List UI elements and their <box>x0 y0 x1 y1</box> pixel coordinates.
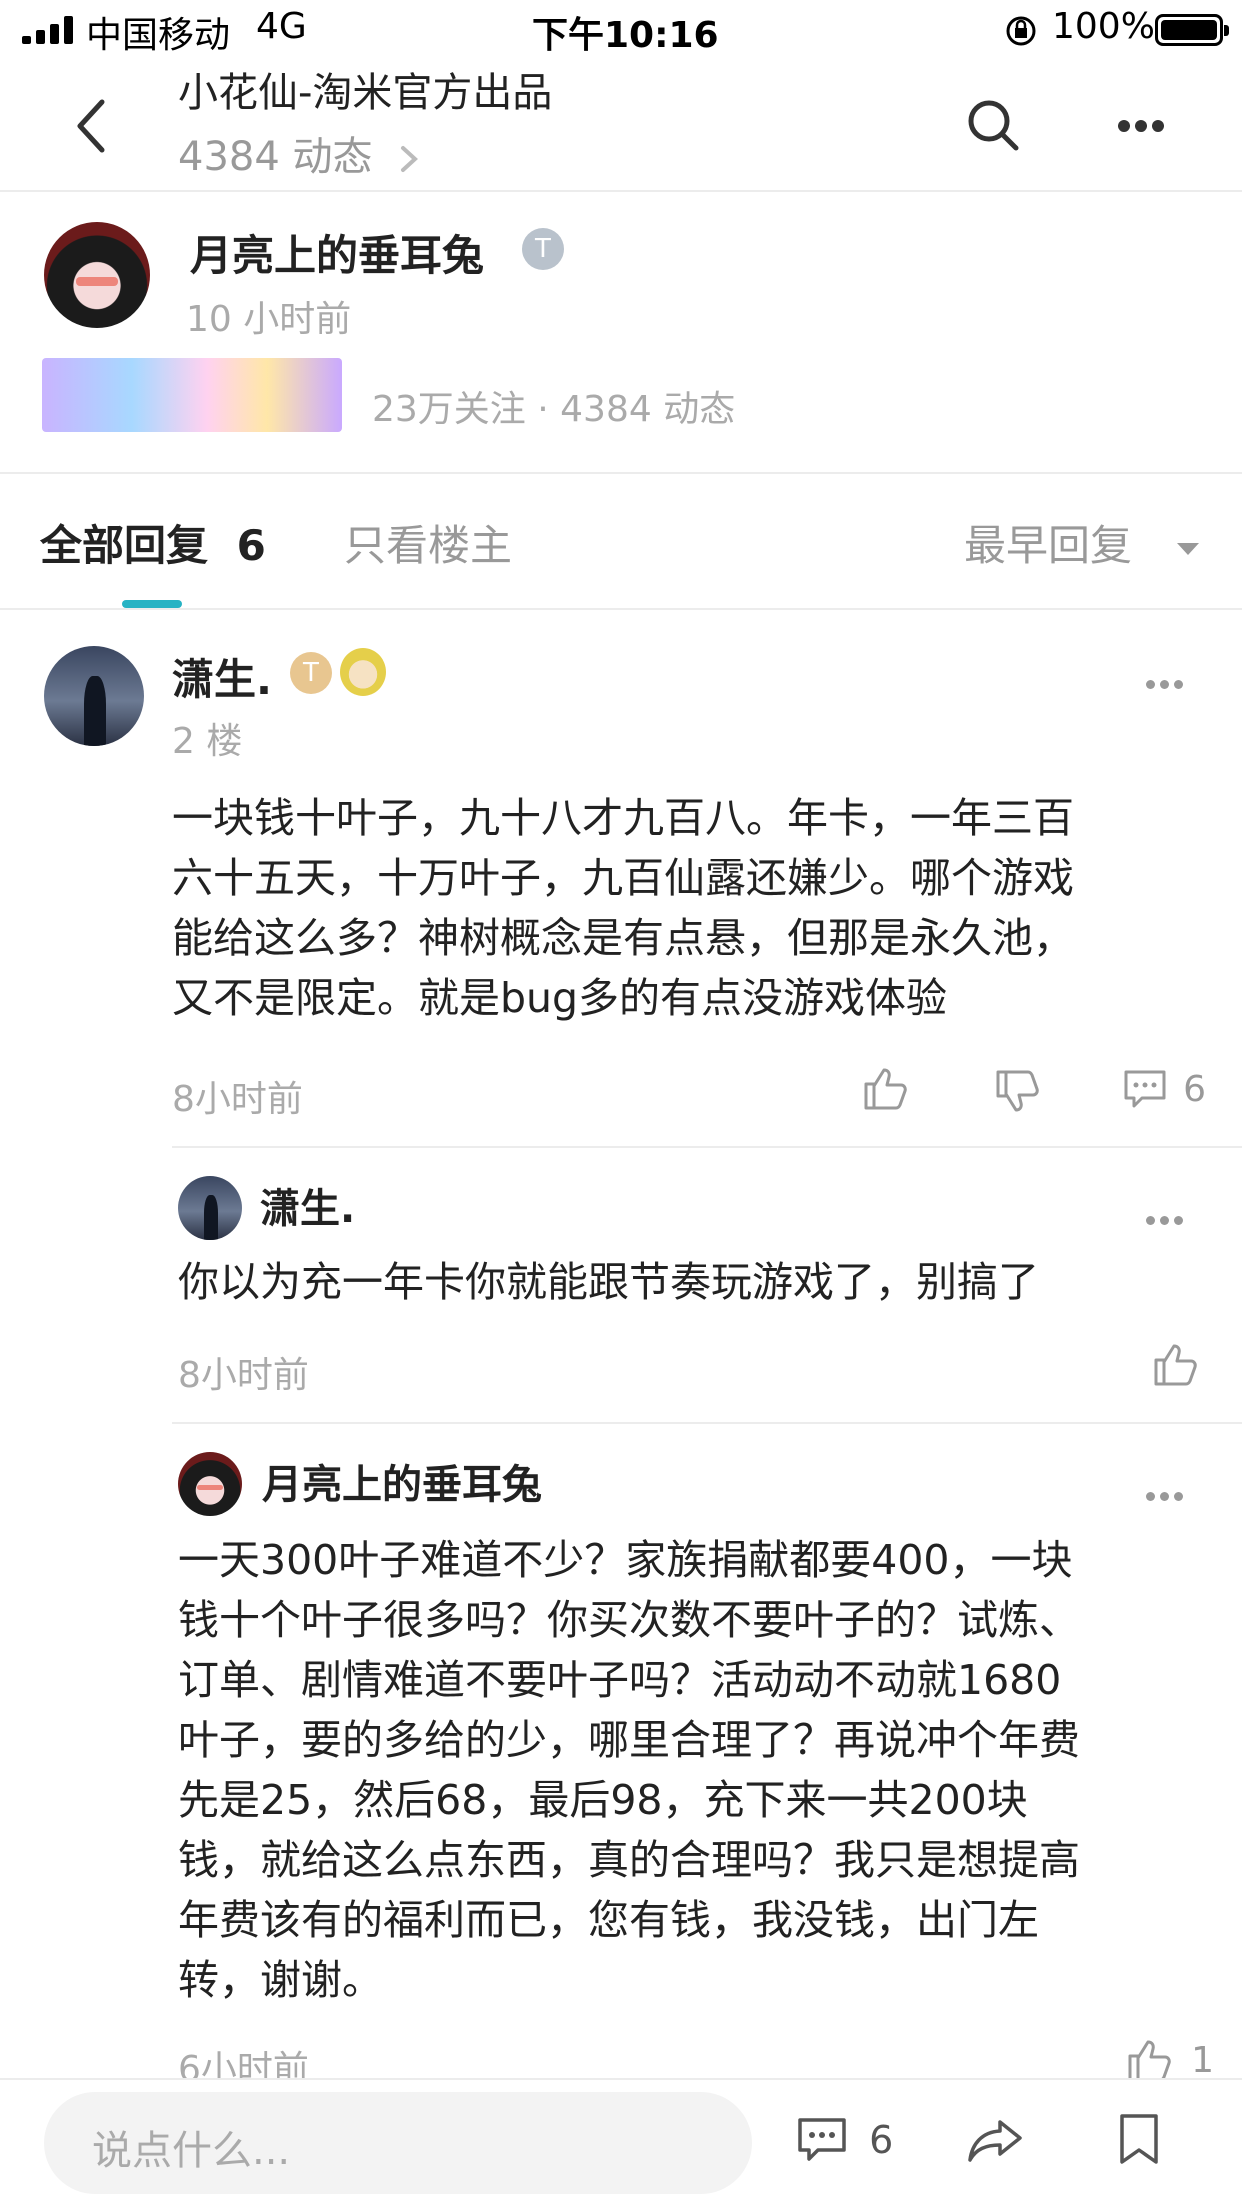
subreply-author[interactable]: 潇生. <box>260 1176 355 1234</box>
battery-percent: 100% <box>1052 6 1155 47</box>
floor-number: 2 楼 <box>172 721 243 762</box>
subreply-divider <box>172 1146 1242 1148</box>
reply-more-button[interactable] <box>1146 680 1190 690</box>
subreply-avatar[interactable] <box>178 1176 242 1240</box>
reply-line: 又不是限定。就是bug多的有点没游戏体验 <box>172 974 948 1022</box>
like-icon[interactable] <box>862 1064 908 1112</box>
subtitle-label: 4384 动态 <box>178 134 373 180</box>
clock: 下午10:16 <box>532 15 719 56</box>
community-banner-image[interactable] <box>42 358 342 432</box>
comment-icon <box>1124 1070 1166 1108</box>
comment-input-placeholder: 说点什么... <box>92 2128 291 2174</box>
subreply-line: 叶子，要的多给的少，哪里合理了？再说冲个年费 <box>178 1716 1080 1764</box>
share-icon[interactable] <box>966 2116 1024 2164</box>
reply-count: 6 <box>236 521 266 570</box>
reply-avatar[interactable] <box>44 646 144 746</box>
subreply-text: 你以为充一年卡你就能跟节奏玩游戏了，别搞了 <box>178 1258 1039 1306</box>
reply-author-name[interactable]: 潇生. <box>172 646 272 707</box>
comment-count: 6 <box>1183 1068 1206 1110</box>
comments-button[interactable]: 6 <box>796 2116 893 2164</box>
bottom-comment-count: 6 <box>869 2118 894 2162</box>
battery-icon <box>1155 14 1229 46</box>
level-badge: T <box>522 228 564 270</box>
reply-text: 一块钱十叶子，九十八才九百八。年卡，一年三百 六十五天，十万叶子，九百仙露还嫌少… <box>172 788 1202 1028</box>
like-count: 1 <box>1191 2039 1214 2081</box>
sort-label: 最早回复 <box>964 521 1133 570</box>
search-icon[interactable] <box>966 98 1020 152</box>
section-divider <box>0 472 1242 474</box>
orientation-lock-icon <box>1006 16 1036 46</box>
dropdown-arrow-icon <box>1177 542 1200 555</box>
active-tab-indicator <box>122 600 182 608</box>
more-options-button[interactable] <box>1118 120 1164 132</box>
subreply-more-button[interactable] <box>1146 1216 1190 1226</box>
subreply-line: 转，谢谢。 <box>178 1956 383 2004</box>
like-icon <box>1128 2040 1171 2082</box>
reply-line: 六十五天，十万叶子，九百仙露还嫌少。哪个游戏 <box>172 854 1074 902</box>
op-author-name[interactable]: 月亮上的垂耳兔 <box>190 222 484 283</box>
status-bar: 中国移动 4G 下午10:16 100% <box>0 0 1242 60</box>
op-avatar[interactable] <box>44 222 150 328</box>
community-subtitle[interactable]: 4384 动态 <box>178 124 419 182</box>
tab-all-label: 全部回复 <box>40 521 209 570</box>
comment-input[interactable]: 说点什么... <box>44 2092 752 2194</box>
reply-time: 8小时前 <box>172 1079 303 1120</box>
back-icon[interactable] <box>72 98 112 154</box>
subreply-divider <box>172 1422 1242 1424</box>
header-divider <box>0 190 1242 192</box>
page-title: 小花仙-淘米官方出品 <box>178 70 553 116</box>
subreply-author[interactable]: 月亮上的垂耳兔 <box>262 1452 542 1510</box>
dislike-icon[interactable] <box>994 1068 1040 1116</box>
tab-op-only[interactable]: 只看楼主 <box>344 512 512 573</box>
subreply-line: 年费该有的福利而已，您有钱，我没钱，出门左 <box>178 1896 1039 1944</box>
tab-all-replies[interactable]: 全部回复 6 <box>40 512 266 573</box>
tabs-divider <box>0 608 1242 610</box>
reply-line: 一块钱十叶子，九十八才九百八。年卡，一年三百 <box>172 794 1074 842</box>
sort-dropdown[interactable]: 最早回复 <box>964 512 1201 573</box>
subreply-time: 8小时前 <box>178 1355 309 1396</box>
op-post-time: 10 小时前 <box>186 299 352 340</box>
level-badge: T <box>290 652 332 694</box>
subreply-like-button[interactable]: 1 <box>1126 2036 1214 2084</box>
subreply-line: 钱，就给这么点东西，真的合理吗？我只是想提高 <box>178 1836 1080 1884</box>
chevron-right-icon <box>401 146 419 172</box>
bookmark-icon[interactable] <box>1116 2112 1162 2166</box>
comment-icon <box>798 2118 846 2161</box>
fan-badge-icon <box>340 648 386 696</box>
signal-icon <box>22 16 76 44</box>
community-stats: 23万关注 · 4384 动态 <box>372 389 736 430</box>
network-label: 4G <box>256 6 307 47</box>
reply-comment-button[interactable]: 6 <box>1122 1068 1206 1110</box>
subreply-line: 先是25，然后68，最后98，充下来一共200块 <box>178 1776 1028 1824</box>
subreply-text: 一天300叶子难道不少？家族捐献都要400，一块 钱十个叶子很多吗？你买次数不要… <box>178 1530 1218 2010</box>
subreply-more-button[interactable] <box>1146 1492 1190 1502</box>
reply-line: 能给这么多？神树概念是有点悬，但那是永久池， <box>172 914 1074 962</box>
subreply-line: 一天300叶子难道不少？家族捐献都要400，一块 <box>178 1536 1073 1584</box>
subreply-line: 订单、剧情难道不要叶子吗？活动动不动就1680 <box>178 1656 1062 1704</box>
like-icon[interactable] <box>1152 1340 1198 1388</box>
subreply-line: 钱十个叶子很多吗？你买次数不要叶子的？试炼、 <box>178 1596 1080 1644</box>
subreply-avatar[interactable] <box>178 1452 242 1516</box>
carrier-label: 中国移动 <box>86 15 231 56</box>
